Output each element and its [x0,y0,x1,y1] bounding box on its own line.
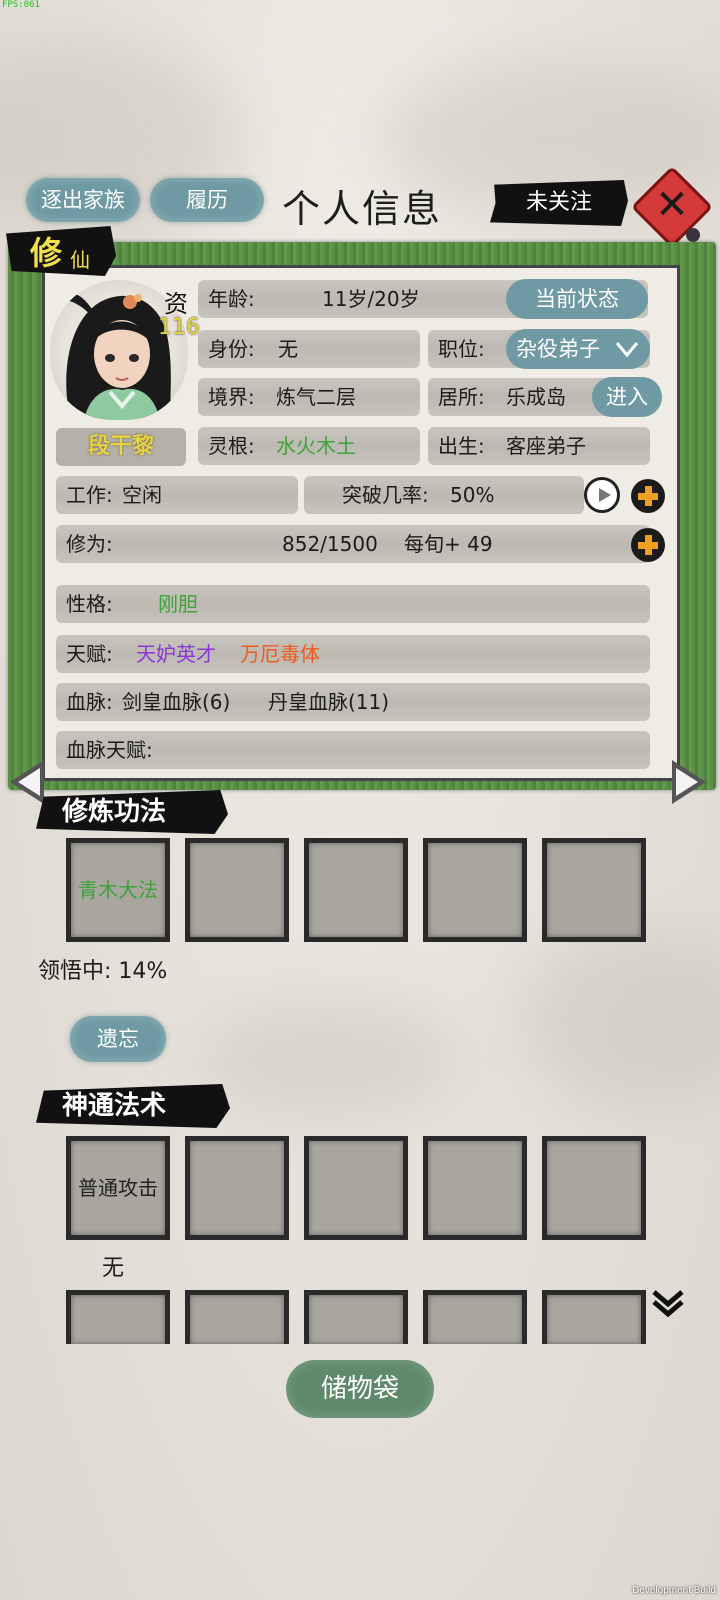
realm-value: 炼气二层 [276,385,356,409]
residence-label: 居所: [438,385,485,409]
current-status-button[interactable]: 当前状态 [506,279,648,319]
comprehension-value: 14% [118,959,168,984]
cultivation-tag-big: 修 [30,234,63,272]
board-knob [686,228,700,242]
work-value: 空闲 [122,483,162,507]
personality-label: 性格: [66,592,113,616]
breakthrough-label: 突破几率: [342,483,429,507]
close-icon[interactable]: ✕ [643,176,701,234]
previous-arrow-icon[interactable] [10,760,44,804]
aptitude-label: 资 [164,290,188,318]
chevron-down-icon [614,329,640,382]
position-dropdown[interactable]: 杂役弟子 [506,329,650,369]
breakthrough-plus-icon[interactable] [631,479,665,513]
expel-from-family-button[interactable]: 逐出家族 [26,178,140,222]
skill-slot-1-label: 普通攻击 [78,1176,158,1200]
cultivation-row: 修为: 852/1500 每旬+ 49 [56,525,650,563]
personality-row: 性格: 刚胆 [56,585,650,623]
cultivation-label: 修为: [66,532,113,556]
skill-slot-2[interactable] [185,1136,289,1240]
breakthrough-row: 突破几率: 50% [304,476,584,514]
follow-button[interactable]: 未关注 [490,180,628,226]
skill-slot-7[interactable] [185,1290,289,1344]
character-name: 段干黎 [56,428,186,466]
cultivation-tag-small: 仙 [70,248,90,272]
spirit-root-row: 灵根: 水火木土 [198,427,420,465]
comprehension-label: 领悟中: [38,959,112,984]
realm-row: 境界: 炼气二层 [198,378,420,416]
skill-slot-8[interactable] [304,1290,408,1344]
breakthrough-value: 50% [450,483,495,507]
forget-button[interactable]: 遗忘 [70,1016,166,1062]
work-row: 工作: 空闲 [56,476,298,514]
technique-slot-2[interactable] [185,838,289,942]
skill-slot-10[interactable] [542,1290,646,1344]
identity-row: 身份: 无 [198,330,420,368]
skill-slot-9[interactable] [423,1290,527,1344]
work-label: 工作: [66,483,113,507]
techniques-title: 修炼功法 [36,790,228,834]
bloodline-talent-row: 血脉天赋: [56,731,650,769]
technique-slot-5[interactable] [542,838,646,942]
next-arrow-icon[interactable] [672,760,706,804]
identity-value: 无 [278,337,298,361]
position-value: 杂役弟子 [516,337,600,361]
age-value: 11岁/20岁 [322,287,420,311]
technique-slot-4[interactable] [423,838,527,942]
history-button[interactable]: 履历 [150,178,264,222]
talent-label: 天赋: [66,642,113,666]
talent-2: 万厄毒体 [240,642,320,666]
comprehension-progress: 领悟中: 14% [38,953,167,985]
play-icon[interactable] [584,477,620,513]
bloodline-row: 血脉: 剑皇血脉(6) 丹皇血脉(11) [56,683,650,721]
technique-slot-1[interactable]: 青木大法 [66,838,170,942]
storage-bag-button[interactable]: 储物袋 [286,1360,434,1418]
bloodline-talent-label: 血脉天赋: [66,738,153,762]
cultivation-plus-icon[interactable] [631,528,665,562]
fps-counter: FPS:061 [2,0,40,10]
enter-residence-button[interactable]: 进入 [592,377,662,417]
bloodline-label: 血脉: [66,690,113,714]
origin-value: 客座弟子 [506,434,586,458]
bloodline-2: 丹皇血脉(11) [268,690,390,714]
identity-label: 身份: [208,337,255,361]
skill-slot-4[interactable] [423,1136,527,1240]
talent-1: 天妒英才 [136,642,216,666]
cultivation-value: 852/1500 [282,532,378,556]
cultivation-rate: 每旬+ 49 [404,532,493,556]
aptitude-value: 116 [158,315,200,340]
skill-slot-1[interactable]: 普通攻击 [66,1136,170,1240]
skills-title: 神通法术 [36,1084,230,1128]
skill-slot-1-sub: 无 [102,1256,125,1281]
development-build-label: Development Build [632,1585,716,1596]
page-title: 个人信息 [282,187,443,231]
skill-slot-3[interactable] [304,1136,408,1240]
bloodline-1: 剑皇血脉(6) [122,690,231,714]
double-chevron-down-icon[interactable] [650,1286,686,1326]
residence-value: 乐成岛 [506,385,566,409]
technique-slot-3[interactable] [304,838,408,942]
technique-slot-1-label: 青木大法 [78,878,158,902]
skill-slot-5[interactable] [542,1136,646,1240]
spirit-root-value: 水火木土 [276,434,356,458]
position-label: 职位: [438,337,485,361]
origin-label: 出生: [438,434,485,458]
origin-row: 出生: 客座弟子 [428,427,650,465]
realm-label: 境界: [208,385,255,409]
personality-value: 刚胆 [158,592,198,616]
talent-row: 天赋: 天妒英才 万厄毒体 [56,635,650,673]
spirit-root-label: 灵根: [208,434,255,458]
skill-slot-6[interactable] [66,1290,170,1344]
age-label: 年龄: [208,287,255,311]
